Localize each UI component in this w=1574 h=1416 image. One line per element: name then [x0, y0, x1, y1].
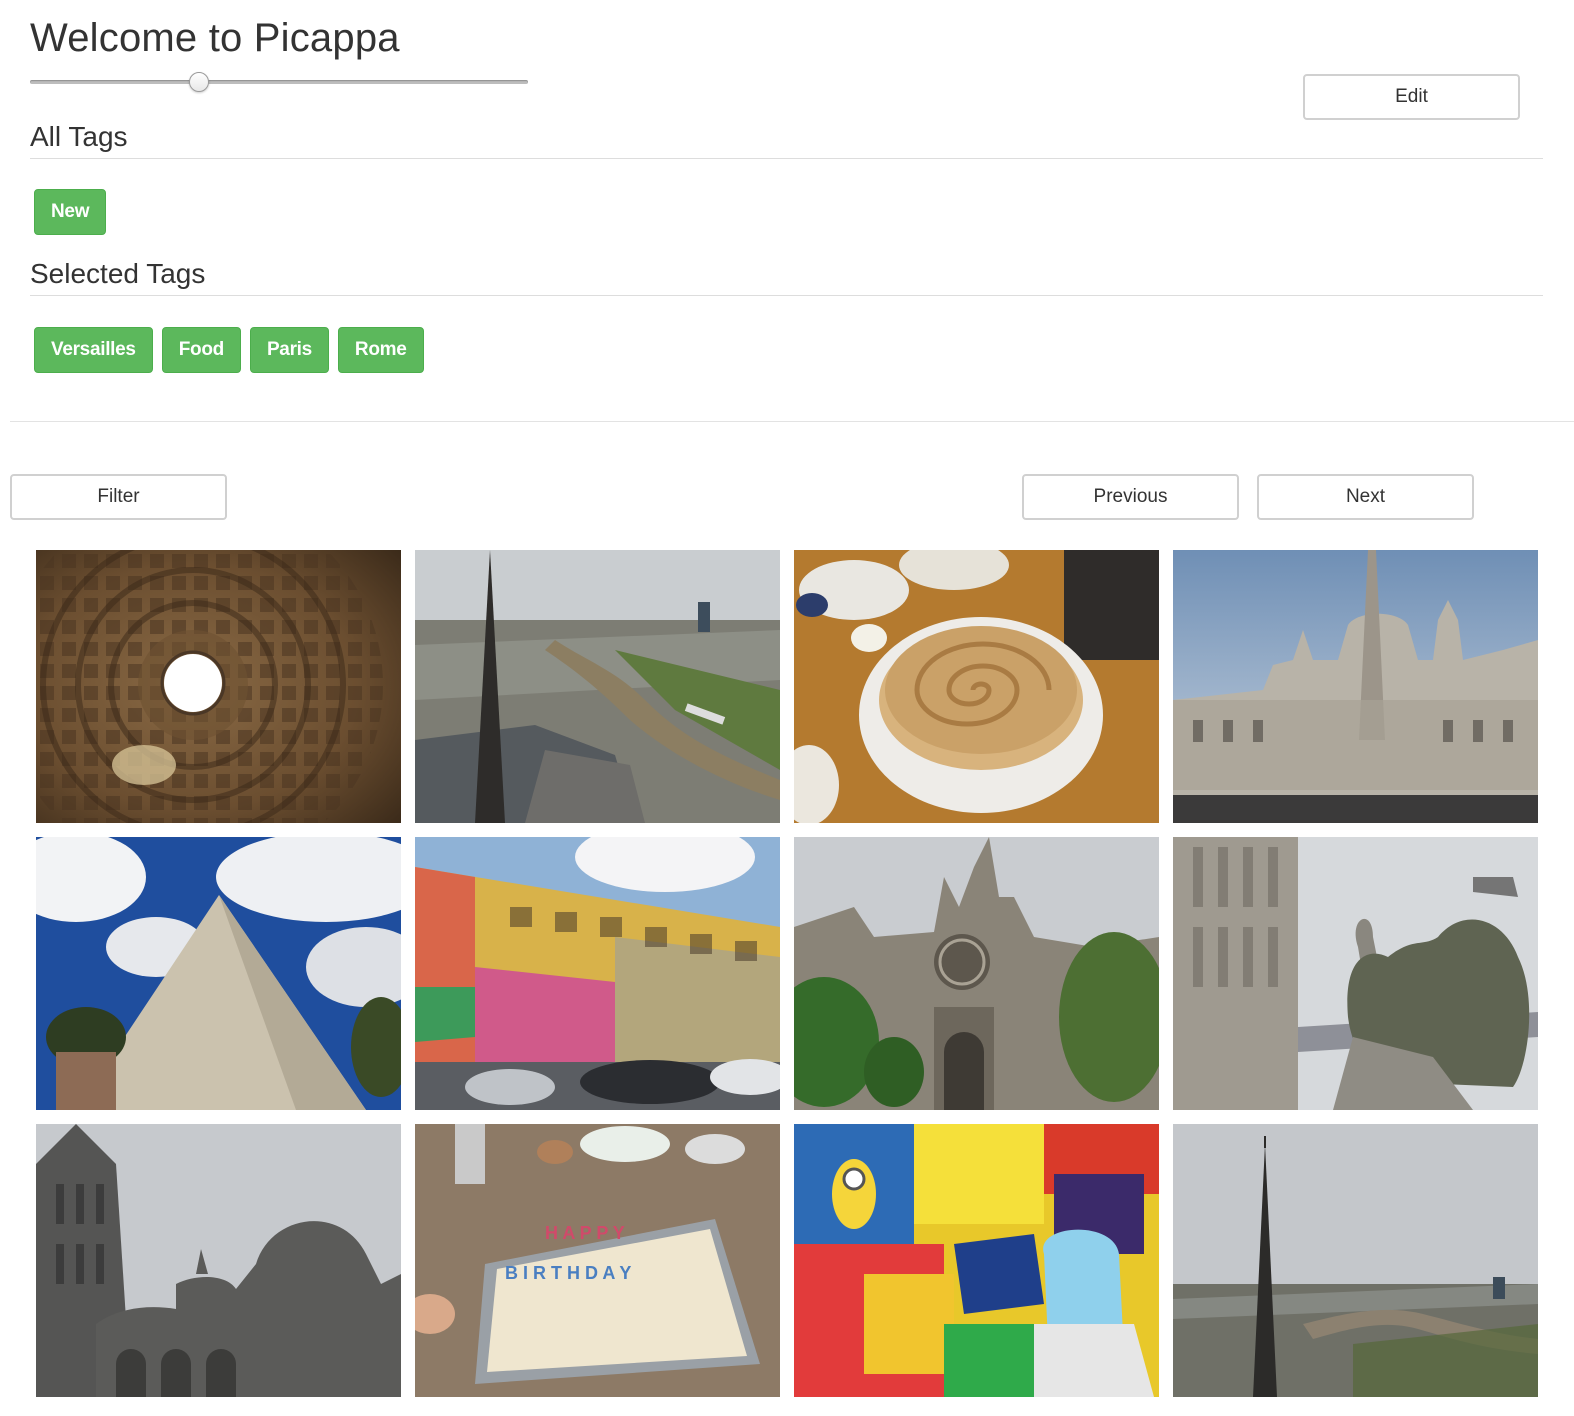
page-title: Welcome to Picappa: [30, 16, 400, 60]
all-tags-list: New: [34, 189, 107, 235]
divider: [30, 158, 1543, 159]
filter-button[interactable]: Filter: [10, 474, 227, 520]
tag-rome[interactable]: Rome: [337, 327, 424, 373]
piazza-navona-church-photo[interactable]: [1173, 550, 1538, 823]
pancake-plate-photo[interactable]: [794, 550, 1159, 823]
zoom-slider[interactable]: [30, 72, 528, 94]
slider-track[interactable]: [30, 80, 528, 84]
pyramid-of-cestius-photo[interactable]: [36, 837, 401, 1110]
notre-dame-spire-seine-photo[interactable]: [415, 550, 780, 823]
selected-tags-list: Versailles Food Paris Rome: [34, 327, 424, 373]
all-tags-heading: All Tags: [30, 121, 128, 152]
divider: [30, 295, 1543, 296]
birthday-cake-photo[interactable]: H A P P Y B I R T H D A Y: [415, 1124, 780, 1397]
tag-food[interactable]: Food: [161, 327, 241, 373]
notre-dame-facade-photo[interactable]: [794, 837, 1159, 1110]
pantheon-dome-photo[interactable]: [36, 550, 401, 823]
svg-text:H A P P Y: H A P P Y: [545, 1223, 625, 1243]
paris-aerial-spire-photo[interactable]: [1173, 1124, 1538, 1397]
painted-building-photo[interactable]: [415, 837, 780, 1110]
selected-tags-heading: Selected Tags: [30, 258, 206, 289]
tag-paris[interactable]: Paris: [249, 327, 329, 373]
edit-button[interactable]: Edit: [1303, 74, 1520, 120]
gargoyles-photo[interactable]: [1173, 837, 1538, 1110]
ice-cream-display-photo[interactable]: [794, 1124, 1159, 1397]
tag-new[interactable]: New: [34, 189, 107, 235]
tag-versailles[interactable]: Versailles: [34, 327, 153, 373]
section-divider: [10, 421, 1574, 422]
sacre-coeur-photo[interactable]: [36, 1124, 401, 1397]
photo-gallery: H A P P Y B I R T H D A Y: [36, 550, 1538, 1397]
previous-button[interactable]: Previous: [1022, 474, 1239, 520]
svg-text:B I R T H D A Y: B I R T H D A Y: [505, 1263, 631, 1283]
slider-thumb[interactable]: [189, 72, 210, 92]
next-button[interactable]: Next: [1257, 474, 1474, 520]
